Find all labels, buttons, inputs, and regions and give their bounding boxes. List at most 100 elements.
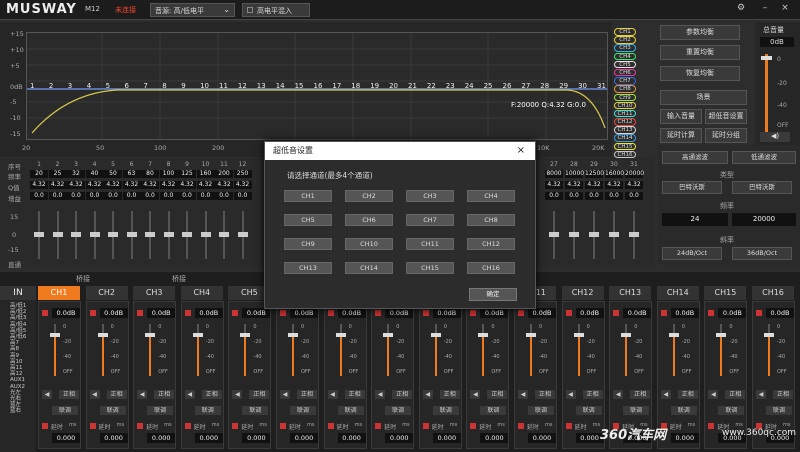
eq-point-marker[interactable]: 27 <box>521 82 530 90</box>
channel-curve-tag[interactable]: CH7 <box>614 77 636 85</box>
channel-select-checkbox[interactable] <box>660 310 667 316</box>
eq-band-slider-knob[interactable] <box>145 232 155 237</box>
channel-select-checkbox[interactable] <box>137 310 144 316</box>
delay-value[interactable]: 0.000 <box>242 433 271 443</box>
lp-slope-select[interactable]: 36dB/Oct <box>732 247 792 260</box>
eq-band-freq[interactable]: 125 <box>178 170 196 178</box>
channel-gain-value[interactable]: 0.0dB <box>194 308 223 318</box>
speaker-icon[interactable]: ◀ <box>613 390 624 399</box>
channel-tab[interactable]: CH2 <box>85 286 128 300</box>
channel-option-button[interactable]: CH9 <box>284 238 332 250</box>
channel-curve-tag[interactable]: CH2 <box>614 36 636 44</box>
eq-band-q[interactable]: 4.32 <box>545 181 563 189</box>
channel-gain-value[interactable]: 0.0dB <box>432 308 461 318</box>
connection-status[interactable]: 未连接 <box>115 5 136 15</box>
channel-tab[interactable]: CH15 <box>704 286 747 300</box>
channel-gain-value[interactable]: 0.0dB <box>575 308 604 318</box>
channel-tab[interactable]: CH4 <box>180 286 223 300</box>
delay-value[interactable]: 0.000 <box>52 433 80 443</box>
channel-link-checkbox[interactable] <box>184 423 191 429</box>
channel-link-checkbox[interactable] <box>280 423 286 429</box>
speaker-icon[interactable]: ◀ <box>42 390 52 399</box>
channel-select-checkbox[interactable] <box>756 310 762 316</box>
delay-value[interactable]: 0.000 <box>480 433 509 443</box>
eq-band-q[interactable]: 4.32 <box>605 181 623 189</box>
channel-fader[interactable] <box>50 324 60 376</box>
delay-value[interactable]: 0.000 <box>528 433 556 443</box>
eq-band-slider-knob[interactable] <box>569 232 579 237</box>
eq-band-freq[interactable]: 25 <box>48 170 67 178</box>
eq-band-slider-knob[interactable] <box>108 232 118 237</box>
channel-gain-value[interactable]: 0.0dB <box>99 308 128 318</box>
channel-fader[interactable] <box>716 324 727 376</box>
phase-button[interactable]: 正相 <box>630 390 651 399</box>
eq-point-marker[interactable]: 12 <box>238 82 247 90</box>
eq-band-slider[interactable] <box>219 211 229 259</box>
fader-knob[interactable] <box>383 333 394 337</box>
channel-tab[interactable]: CH13 <box>609 286 652 300</box>
delay-value[interactable]: 0.000 <box>337 433 366 443</box>
phase-button[interactable]: 正相 <box>773 390 793 399</box>
channel-select-checkbox[interactable] <box>184 310 191 316</box>
fader-knob[interactable] <box>621 333 632 337</box>
eq-band-freq[interactable]: 32 <box>67 170 85 178</box>
eq-band-slider-knob[interactable] <box>126 232 137 237</box>
eq-band-gain[interactable]: 0.0 <box>215 192 233 200</box>
eq-band-freq[interactable]: 12500 <box>585 170 604 178</box>
channel-fader[interactable] <box>145 324 156 376</box>
channel-tab[interactable]: CH12 <box>561 286 604 300</box>
eq-band-slider[interactable] <box>89 211 100 259</box>
eq-point-marker[interactable]: 11 <box>219 82 228 90</box>
eq-band-q[interactable]: 4.32 <box>159 181 178 189</box>
delay-group-button[interactable]: 延时分组 <box>705 128 747 143</box>
eq-point-marker[interactable]: 4 <box>87 82 91 90</box>
channel-gain-value[interactable]: 0.0dB <box>766 308 794 318</box>
channel-curve-tag[interactable]: CH13 <box>614 126 636 134</box>
eq-point-marker[interactable]: 7 <box>143 82 147 90</box>
eq-point-marker[interactable]: 25 <box>484 82 493 90</box>
channel-gain-value[interactable]: 0.0dB <box>290 308 318 318</box>
channel-option-button[interactable]: CH4 <box>467 190 515 202</box>
channel-gain-value[interactable]: 0.0dB <box>480 308 509 318</box>
channel-select-checkbox[interactable] <box>613 310 620 316</box>
eq-band-slider-knob[interactable] <box>609 232 619 237</box>
ok-button[interactable]: 确定 <box>469 288 517 301</box>
channel-link-checkbox[interactable] <box>708 423 715 429</box>
link-button[interactable]: 联调 <box>337 406 364 415</box>
eq-point-marker[interactable]: 6 <box>125 82 129 90</box>
link-button[interactable]: 联调 <box>670 406 697 415</box>
channel-tab[interactable]: CH14 <box>656 286 699 300</box>
eq-point-marker[interactable]: 19 <box>370 82 379 90</box>
channel-option-button[interactable]: CH7 <box>406 214 454 226</box>
eq-band-slider-knob[interactable] <box>89 232 100 237</box>
channel-curve-tag[interactable]: CH12 <box>614 118 636 126</box>
channel-link-checkbox[interactable] <box>518 423 524 429</box>
link-button[interactable]: 联调 <box>147 406 174 415</box>
eq-band-slider-knob[interactable] <box>629 232 639 237</box>
link-button[interactable]: 联调 <box>242 406 269 415</box>
eq-band-gain[interactable]: 0.0 <box>233 192 252 200</box>
speaker-icon[interactable]: ◀ <box>708 390 719 399</box>
scene-button[interactable]: 场景 <box>660 90 747 105</box>
channel-curve-tag[interactable]: CH6 <box>614 68 636 77</box>
speaker-icon[interactable]: ◀ <box>137 390 148 399</box>
hp-freq-input[interactable]: 24 <box>662 213 728 226</box>
eq-band-slider-knob[interactable] <box>549 232 559 237</box>
channel-select-checkbox[interactable] <box>422 310 429 316</box>
channel-link-checkbox[interactable] <box>422 423 429 429</box>
channel-gain-value[interactable]: 0.0dB <box>623 308 652 318</box>
hp-slope-select[interactable]: 24dB/Oct <box>662 247 722 260</box>
channel-select-checkbox[interactable] <box>42 310 48 316</box>
channel-select-checkbox[interactable] <box>375 310 382 316</box>
phase-button[interactable]: 正相 <box>725 390 746 399</box>
eq-band-freq[interactable]: 8000 <box>545 170 563 178</box>
eq-band-gain[interactable]: 0.0 <box>122 192 141 200</box>
eq-point-marker[interactable]: 20 <box>389 82 398 90</box>
link-button[interactable]: 联调 <box>575 406 602 415</box>
link-button[interactable]: 联调 <box>718 406 745 415</box>
phase-button[interactable]: 正相 <box>439 390 460 399</box>
fader-knob[interactable] <box>764 333 774 337</box>
channel-option-button[interactable]: CH14 <box>345 262 393 274</box>
channel-gain-value[interactable]: 0.0dB <box>147 308 176 318</box>
eq-band-q[interactable]: 4.32 <box>141 181 159 189</box>
